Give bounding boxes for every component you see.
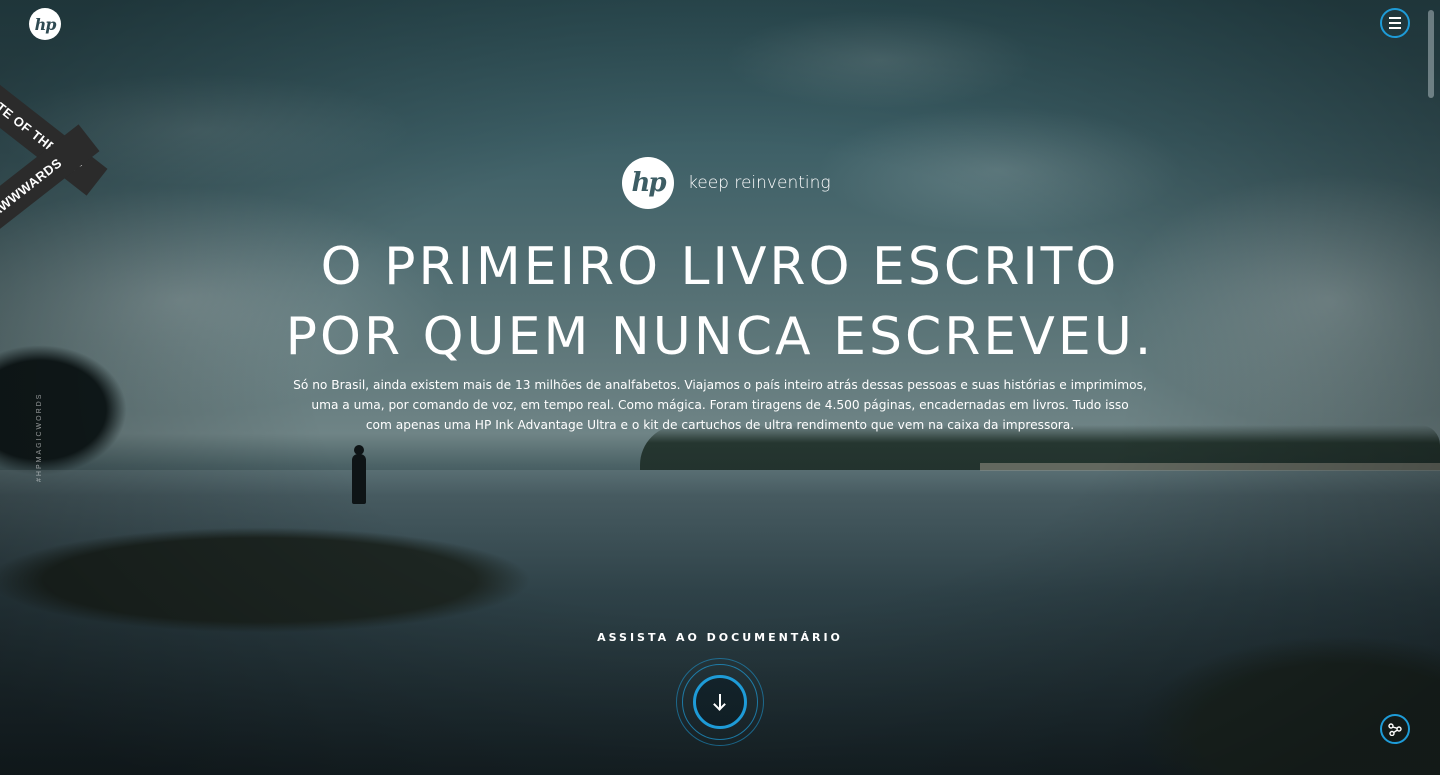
share-button[interactable] <box>1380 714 1410 744</box>
hp-logo-link[interactable]: hp <box>29 8 61 40</box>
brand-lockup: hp keep reinventing <box>622 157 831 209</box>
arrow-down-icon <box>713 694 727 710</box>
awwwards-badge[interactable]: SITE OF THE DAY AWWWARDS <box>0 70 108 250</box>
brand-tagline: keep reinventing <box>688 173 831 193</box>
hp-logo-large-text: hp <box>631 168 666 198</box>
hp-logo-large: hp <box>622 157 674 209</box>
intro-paragraph: Só no Brasil, ainda existem mais de 13 m… <box>270 375 1170 435</box>
menu-button[interactable] <box>1380 8 1410 38</box>
hamburger-menu-icon <box>1389 17 1401 19</box>
headline-line-1: O PRIMEIRO LIVRO ESCRITO <box>320 237 1120 297</box>
intro-line-3: com apenas uma HP Ink Advantage Ultra e … <box>365 418 1075 432</box>
page-title: O PRIMEIRO LIVRO ESCRITO POR QUEM NUNCA … <box>0 232 1440 372</box>
headline-line-2: POR QUEM NUNCA ESCREVEU. <box>285 307 1155 367</box>
share-icon <box>1388 723 1402 736</box>
button-ring-inner <box>693 675 747 729</box>
intro-line-2: uma a uma, por comando de voz, em tempo … <box>311 398 1129 412</box>
intro-line-1: Só no Brasil, ainda existem mais de 13 m… <box>293 378 1147 392</box>
hero-section: hp SITE OF THE DAY AWWWARDS #HPMAGICWORD… <box>0 0 1440 775</box>
watch-documentary-button[interactable] <box>676 658 764 746</box>
scrollbar-thumb[interactable] <box>1428 10 1434 98</box>
hashtag-label: #HPMAGICWORDS <box>36 392 43 482</box>
hp-logo-text: hp <box>34 14 57 34</box>
documentary-cta-label[interactable]: ASSISTA AO DOCUMENTÁRIO <box>0 631 1440 644</box>
